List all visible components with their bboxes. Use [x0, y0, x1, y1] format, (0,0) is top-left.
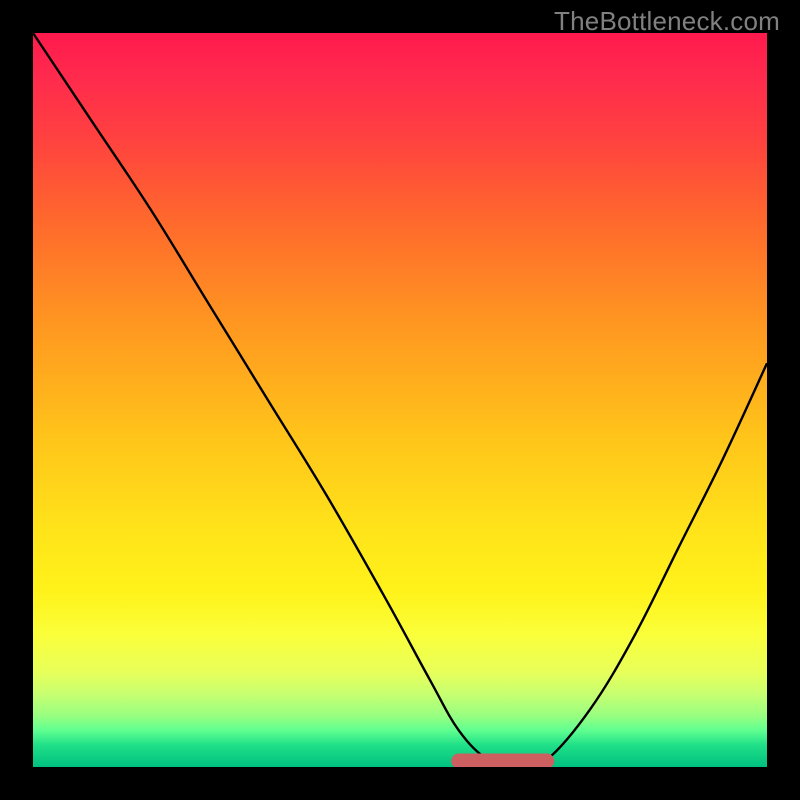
- attribution-text: TheBottleneck.com: [554, 6, 780, 37]
- optimal-range-highlight: [452, 754, 554, 767]
- bottleneck-curve: [33, 33, 767, 767]
- bottleneck-line: [33, 33, 767, 767]
- plot-area: [33, 33, 767, 767]
- chart-frame: TheBottleneck.com: [0, 0, 800, 800]
